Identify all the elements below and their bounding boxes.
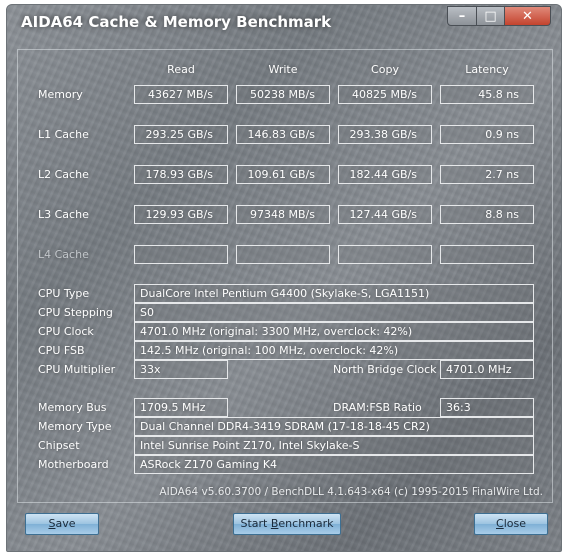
save-label-rest: ave xyxy=(55,517,76,530)
window-title: AIDA64 Cache & Memory Benchmark xyxy=(21,13,332,31)
window-controls: – □ ✕ xyxy=(447,6,551,26)
memory-write-value: 50238 MB/s xyxy=(236,85,330,104)
l2-read-value: 178.93 GB/s xyxy=(134,165,228,184)
memory-type-value: Dual Channel DDR4-3419 SDRAM (17-18-18-4… xyxy=(134,417,534,436)
close-window-button[interactable]: ✕ xyxy=(505,6,551,26)
l3-write-value: 97348 MB/s xyxy=(236,205,330,224)
column-header-copy: Copy xyxy=(371,63,399,76)
l1-write-value: 146.83 GB/s xyxy=(236,125,330,144)
memory-latency-value: 45.8 ns xyxy=(440,85,534,104)
column-header-latency: Latency xyxy=(465,63,509,76)
l3-copy-value: 127.44 GB/s xyxy=(338,205,432,224)
dram-fsb-ratio-label: DRAM:FSB Ratio xyxy=(333,401,422,414)
cpu-type-value: DualCore Intel Pentium G4400 (Skylake-S,… xyxy=(134,284,534,303)
l4-copy-value xyxy=(338,245,432,264)
row-label-l1-cache: L1 Cache xyxy=(38,128,89,141)
version-copyright-text: AIDA64 v5.60.3700 / BenchDLL 4.1.643-x64… xyxy=(159,486,543,498)
motherboard-value: ASRock Z170 Gaming K4 xyxy=(134,455,534,474)
motherboard-label: Motherboard xyxy=(38,458,109,471)
cpu-clock-label: CPU Clock xyxy=(38,325,94,338)
save-button[interactable]: Save xyxy=(25,513,99,535)
memory-read-value: 43627 MB/s xyxy=(134,85,228,104)
l4-read-value xyxy=(134,245,228,264)
row-label-l3-cache: L3 Cache xyxy=(38,208,89,221)
start-benchmark-button[interactable]: Start Benchmark xyxy=(233,513,341,535)
l2-copy-value: 182.44 GB/s xyxy=(338,165,432,184)
row-label-l2-cache: L2 Cache xyxy=(38,168,89,181)
chipset-label: Chipset xyxy=(38,439,80,452)
cpu-fsb-label: CPU FSB xyxy=(38,344,85,357)
benchmark-window: AIDA64 Cache & Memory Benchmark – □ ✕ Re… xyxy=(6,4,562,552)
maximize-button[interactable]: □ xyxy=(477,6,505,26)
start-label-rest: enchmark xyxy=(278,517,334,530)
l3-latency-value: 8.8 ns xyxy=(440,205,534,224)
l2-write-value: 109.61 GB/s xyxy=(236,165,330,184)
l2-latency-value: 2.7 ns xyxy=(440,165,534,184)
close-label-rest: lose xyxy=(503,517,526,530)
close-button[interactable]: Close xyxy=(474,513,548,535)
l4-write-value xyxy=(236,245,330,264)
l1-copy-value: 293.38 GB/s xyxy=(338,125,432,144)
memory-type-label: Memory Type xyxy=(38,420,112,433)
north-bridge-clock-label: North Bridge Clock xyxy=(333,363,437,376)
memory-bus-value: 1709.5 MHz xyxy=(134,398,228,417)
chipset-value: Intel Sunrise Point Z170, Intel Skylake-… xyxy=(134,436,534,455)
cpu-multiplier-value: 33x xyxy=(134,360,228,379)
cpu-type-label: CPU Type xyxy=(38,287,90,300)
cpu-clock-value: 4701.0 MHz (original: 3300 MHz, overcloc… xyxy=(134,322,534,341)
cpu-stepping-value: S0 xyxy=(134,303,534,322)
start-label-prefix: Start xyxy=(240,517,271,530)
memory-copy-value: 40825 MB/s xyxy=(338,85,432,104)
cpu-multiplier-label: CPU Multiplier xyxy=(38,363,116,376)
close-mnemonic: C xyxy=(496,517,504,530)
row-label-memory: Memory xyxy=(38,88,83,101)
title-bar[interactable]: AIDA64 Cache & Memory Benchmark – □ ✕ xyxy=(7,5,561,41)
l1-latency-value: 0.9 ns xyxy=(440,125,534,144)
cpu-stepping-label: CPU Stepping xyxy=(38,306,113,319)
row-label-l4-cache: L4 Cache xyxy=(38,248,89,261)
north-bridge-clock-value: 4701.0 MHz xyxy=(440,360,534,379)
l1-read-value: 293.25 GB/s xyxy=(134,125,228,144)
minimize-button[interactable]: – xyxy=(447,6,477,26)
dram-fsb-ratio-value: 36:3 xyxy=(440,398,534,417)
cpu-fsb-value: 142.5 MHz (original: 100 MHz, overclock:… xyxy=(134,341,534,360)
l4-latency-value xyxy=(440,245,534,264)
column-header-read: Read xyxy=(167,63,195,76)
column-header-write: Write xyxy=(268,63,298,76)
l3-read-value: 129.93 GB/s xyxy=(134,205,228,224)
memory-bus-label: Memory Bus xyxy=(38,401,107,414)
